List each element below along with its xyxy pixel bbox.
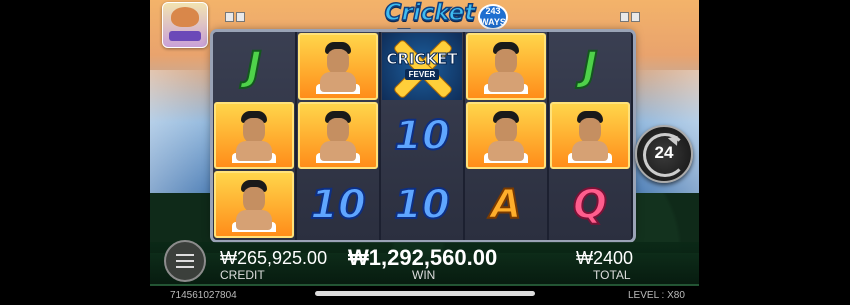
reel-board: J 10 CRICKET FEVER 10 10 A J Q (213, 32, 633, 240)
ways-badge: 243 WAYS (478, 4, 508, 30)
reel-column: A (465, 32, 547, 240)
player-portrait-icon (484, 109, 528, 163)
player-portrait-icon (484, 40, 528, 94)
ways-count: 243 (485, 6, 501, 16)
player-symbol-icon (214, 102, 294, 169)
total-bet-label: TOTAL (593, 268, 631, 282)
symbol-q: Q (572, 181, 608, 229)
player-symbol-icon (214, 171, 294, 238)
symbol-j: J (246, 43, 263, 91)
player-portrait-icon (316, 109, 360, 163)
win-label: WIN (412, 268, 436, 282)
wild-line2: FEVER (404, 68, 440, 80)
player-symbol-icon (298, 33, 378, 100)
total-bet-value[interactable]: ₩2400 (576, 248, 633, 269)
home-indicator[interactable] (315, 291, 535, 296)
player-portrait-icon (232, 178, 276, 232)
credit-label: CREDIT (220, 268, 265, 282)
menu-line-icon (176, 266, 194, 268)
credit-value: ₩265,925.00 (220, 248, 328, 268)
player-portrait-icon (568, 109, 612, 163)
player-symbol-icon (466, 33, 546, 100)
reel-column: 10 (297, 32, 379, 240)
symbol-a: A (490, 181, 523, 229)
promo-event-icon[interactable] (162, 2, 208, 48)
reel-column: CRICKET FEVER 10 10 (381, 32, 463, 240)
promo-banner-strip (169, 31, 201, 41)
wild-line1: CRICKET (386, 49, 458, 68)
reel-column: JQ (549, 32, 631, 240)
game-logo: Cricket Fever 243 WAYS (350, 0, 510, 53)
player-portrait-icon (316, 40, 360, 94)
symbol-ten: 10 (309, 181, 367, 229)
slot-game-area: Cricket Fever 243 WAYS J 10 CRICKETFEVER 10… (150, 0, 699, 305)
spin-button[interactable]: 24 (635, 125, 693, 183)
floodlight-right-icon (620, 12, 640, 22)
wild-symbol: CRICKET FEVER (382, 33, 462, 100)
symbol-ten: 10 (393, 181, 451, 229)
player-symbol-icon (298, 102, 378, 169)
mascot-icon (171, 7, 199, 27)
symbol-ten: 10 (393, 112, 451, 160)
menu-line-icon (176, 260, 194, 262)
session-id: 714561027804 (170, 290, 237, 301)
player-symbol-icon (550, 102, 630, 169)
ways-label: WAYS (480, 17, 506, 27)
player-symbol-icon (466, 102, 546, 169)
floodlight-left-icon (225, 12, 245, 22)
autospin-count: 24 (654, 143, 674, 162)
menu-button[interactable] (164, 240, 206, 282)
reel-column: J (213, 32, 295, 240)
level-indicator: LEVEL : X80 (628, 290, 685, 301)
menu-line-icon (176, 254, 194, 256)
player-portrait-icon (232, 109, 276, 163)
symbol-j: J (582, 43, 599, 91)
